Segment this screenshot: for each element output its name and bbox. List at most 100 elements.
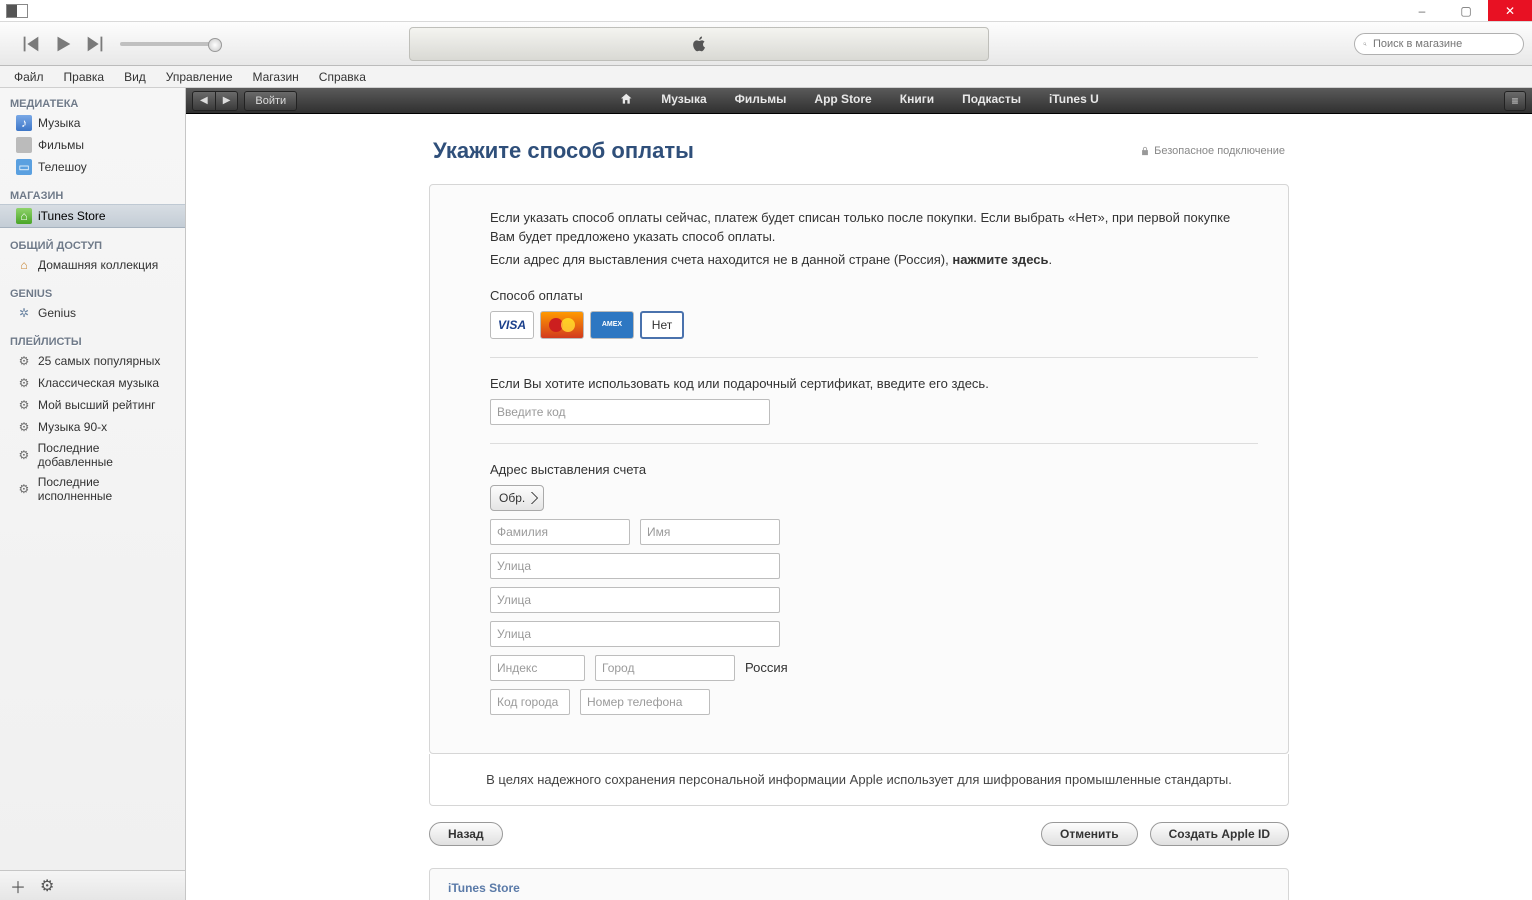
- gift-code-label: Если Вы хотите использовать код или пода…: [490, 376, 1258, 391]
- menu-controls[interactable]: Управление: [158, 70, 241, 84]
- zip-field[interactable]: [490, 655, 585, 681]
- sidebar-item-music[interactable]: ♪ Музыка: [0, 112, 185, 134]
- back-button[interactable]: Назад: [429, 822, 503, 846]
- sidebar-item-label: Домашняя коллекция: [38, 258, 158, 272]
- sidebar-item-label: Мой высший рейтинг: [38, 398, 155, 412]
- sidebar-item-label: Фильмы: [38, 138, 84, 152]
- mini-player-toggle[interactable]: [6, 4, 28, 18]
- sidebar-item-label: 25 самых популярных: [38, 354, 160, 368]
- menu-file[interactable]: Файл: [6, 70, 52, 84]
- payment-option-amex[interactable]: AMEX: [590, 311, 634, 339]
- sidebar-item-playlist[interactable]: ⚙ Музыка 90-х: [0, 416, 185, 438]
- gift-code-input[interactable]: [490, 399, 770, 425]
- secure-connection-text: Безопасное подключение: [1154, 145, 1285, 157]
- phone-field[interactable]: [580, 689, 710, 715]
- store-search-input[interactable]: [1373, 38, 1515, 50]
- store-link-podcasts[interactable]: Подкасты: [962, 92, 1021, 109]
- section-divider: [490, 443, 1258, 444]
- store-home-link[interactable]: [619, 92, 633, 109]
- store-link-itunesu[interactable]: iTunes U: [1049, 92, 1099, 109]
- window-minimize-button[interactable]: –: [1400, 0, 1444, 21]
- payment-option-visa[interactable]: VISA: [490, 311, 534, 339]
- gear-icon: ⚙: [16, 481, 32, 497]
- note-line-2: Если адрес для выставления счета находит…: [490, 251, 1258, 270]
- lastname-field[interactable]: [490, 519, 630, 545]
- store-search-box[interactable]: [1354, 33, 1524, 55]
- play-button[interactable]: [52, 33, 74, 55]
- gear-icon: ⚙: [16, 447, 32, 463]
- billing-address-label: Адрес выставления счета: [490, 462, 1258, 477]
- menu-store[interactable]: Магазин: [245, 70, 307, 84]
- sidebar-item-playlist[interactable]: ⚙ 25 самых популярных: [0, 350, 185, 372]
- sidebar-item-playlist[interactable]: ⚙ Мой высший рейтинг: [0, 394, 185, 416]
- store-icon: ⌂: [16, 208, 32, 224]
- apple-logo-icon: [688, 33, 710, 55]
- sidebar-header-genius: GENIUS: [0, 284, 185, 302]
- window-maximize-button[interactable]: ▢: [1444, 0, 1488, 21]
- sidebar-item-home-sharing[interactable]: ⌂ Домашняя коллекция: [0, 254, 185, 276]
- sidebar-item-movies[interactable]: Фильмы: [0, 134, 185, 156]
- store-link-apps[interactable]: App Store: [814, 92, 871, 109]
- volume-slider[interactable]: [120, 42, 220, 46]
- sidebar-item-playlist[interactable]: ⚙Классическая музыка: [0, 372, 185, 394]
- menu-edit[interactable]: Правка: [56, 70, 113, 84]
- tv-icon: ▭: [16, 159, 32, 175]
- search-icon: [1363, 38, 1367, 50]
- store-forward-button[interactable]: ▶: [216, 91, 239, 111]
- page-title: Укажите способ оплаты: [433, 138, 694, 164]
- sidebar-item-itunes-store[interactable]: ⌂ iTunes Store: [0, 204, 185, 228]
- click-here-link[interactable]: нажмите здесь: [952, 252, 1048, 267]
- store-menu-button[interactable]: ≡: [1504, 91, 1526, 111]
- city-field[interactable]: [595, 655, 735, 681]
- payment-method-label: Способ оплаты: [490, 288, 1258, 303]
- payment-form-block: Если указать способ оплаты сейчас, плате…: [429, 184, 1289, 754]
- gear-icon: ⚙: [16, 419, 32, 435]
- section-divider: [490, 357, 1258, 358]
- store-link-movies[interactable]: Фильмы: [735, 92, 787, 109]
- film-icon: [16, 137, 32, 153]
- window-close-button[interactable]: ✕: [1488, 0, 1532, 21]
- gear-icon: ⚙: [16, 375, 32, 391]
- sidebar-item-label: Genius: [38, 306, 76, 320]
- genius-icon: ✲: [16, 305, 32, 321]
- sidebar-header-playlists: ПЛЕЙЛИСТЫ: [0, 332, 185, 350]
- now-playing-display: [409, 27, 989, 61]
- cancel-button[interactable]: Отменить: [1041, 822, 1138, 846]
- add-playlist-button[interactable]: ＋: [10, 874, 26, 898]
- sidebar-item-genius[interactable]: ✲ Genius: [0, 302, 185, 324]
- store-back-button[interactable]: ◀: [192, 91, 216, 111]
- street2-field[interactable]: [490, 587, 780, 613]
- store-login-button[interactable]: Войти: [244, 91, 297, 111]
- sidebar-footer: ＋ ⚙: [0, 870, 185, 900]
- next-track-button[interactable]: [84, 33, 106, 55]
- gear-icon: ⚙: [16, 397, 32, 413]
- window-titlebar: – ▢ ✕: [0, 0, 1532, 22]
- sidebar-item-playlist[interactable]: ⚙Последние добавленные: [0, 438, 185, 472]
- firstname-field[interactable]: [640, 519, 780, 545]
- player-toolbar: [0, 22, 1532, 66]
- home-icon: ⌂: [16, 257, 32, 273]
- payment-option-mastercard[interactable]: MasterCard: [540, 311, 584, 339]
- salutation-select[interactable]: Обр.: [490, 485, 544, 511]
- sidebar-item-label: Последние исполненные: [38, 475, 175, 503]
- sidebar-item-label: Музыка 90-х: [38, 420, 107, 434]
- street1-field[interactable]: [490, 553, 780, 579]
- menu-help[interactable]: Справка: [311, 70, 374, 84]
- store-link-music[interactable]: Музыка: [661, 92, 706, 109]
- sidebar-item-label: iTunes Store: [38, 209, 106, 223]
- create-apple-id-button[interactable]: Создать Apple ID: [1150, 822, 1289, 846]
- area-code-field[interactable]: [490, 689, 570, 715]
- previous-track-button[interactable]: [20, 33, 42, 55]
- store-link-books[interactable]: Книги: [900, 92, 934, 109]
- sidebar-item-playlist[interactable]: ⚙ Последние исполненные: [0, 472, 185, 506]
- menu-view[interactable]: Вид: [116, 70, 154, 84]
- payment-option-none[interactable]: Нет: [640, 311, 684, 339]
- street3-field[interactable]: [490, 621, 780, 647]
- sidebar-item-tv[interactable]: ▭ Телешоу: [0, 156, 185, 178]
- gear-icon: ⚙: [16, 353, 32, 369]
- home-icon: [619, 92, 633, 106]
- menubar: Файл Правка Вид Управление Магазин Справ…: [0, 66, 1532, 88]
- sidebar-settings-button[interactable]: ⚙: [40, 876, 54, 896]
- secure-connection-label: Безопасное подключение: [1140, 145, 1285, 157]
- sidebar-header-store: МАГАЗИН: [0, 186, 185, 204]
